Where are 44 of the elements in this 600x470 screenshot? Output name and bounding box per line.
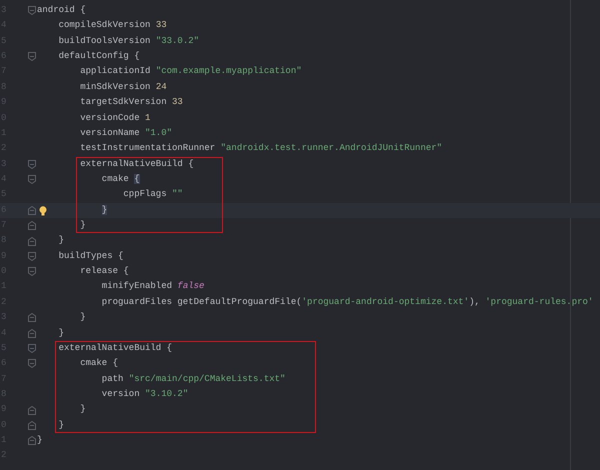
- code-line: cmake {: [80, 357, 118, 370]
- fold-icon[interactable]: [28, 252, 36, 261]
- code-line: android {: [37, 4, 86, 17]
- code-line: buildTypes {: [58, 250, 124, 263]
- code-line: testInstrumentationRunner "androidx.test.runner.AndroidJUnitRunner": [80, 142, 442, 156]
- unfold-icon[interactable]: [28, 221, 36, 230]
- fold-icon[interactable]: [28, 160, 36, 169]
- unfold-icon[interactable]: [28, 236, 36, 246]
- code-line: externalNativeBuild {: [80, 158, 194, 171]
- unfold-icon[interactable]: [28, 420, 36, 430]
- unfold-icon[interactable]: [28, 313, 36, 322]
- unfold-icon[interactable]: [28, 406, 36, 415]
- code-line: }: [58, 418, 64, 432]
- code-line: }: [80, 311, 86, 324]
- code-line: versionCode 1: [80, 112, 150, 125]
- code-line: version "3.10.2": [102, 388, 188, 401]
- code-line: compileSdkVersion 33: [58, 19, 167, 32]
- code-line: buildToolsVersion "33.0.2": [58, 34, 200, 48]
- code-line: }: [80, 403, 86, 416]
- fold-icon[interactable]: [28, 267, 36, 276]
- code-line: }: [58, 234, 64, 248]
- code-line: release {: [80, 265, 129, 278]
- code-line: cmake {: [102, 172, 140, 186]
- code-line: proguardFiles getDefaultProguardFile('proguard-android-optimize.txt'), 'proguard-rules.pro': [102, 296, 594, 309]
- code-line: }: [37, 434, 42, 448]
- code-line: targetSdkVersion 33: [80, 96, 183, 110]
- fold-icon[interactable]: [28, 175, 36, 184]
- code-line: minSdkVersion 24: [80, 80, 167, 94]
- fold-icon[interactable]: [28, 6, 36, 16]
- code-line: }: [80, 219, 86, 232]
- code-line: path "src/main/cpp/CMakeLists.txt": [102, 372, 286, 386]
- code-line: }: [58, 326, 64, 340]
- code-line: defaultConfig {: [58, 50, 140, 64]
- unfold-icon[interactable]: [28, 328, 36, 338]
- unfold-icon[interactable]: [28, 436, 36, 446]
- fold-icon[interactable]: [28, 359, 36, 368]
- code-line: externalNativeBuild {: [58, 342, 172, 355]
- fold-icon[interactable]: [28, 52, 36, 62]
- fold-icon[interactable]: [28, 344, 36, 354]
- code-line: minifyEnabled false: [102, 280, 204, 294]
- lightbulb-icon[interactable]: [39, 206, 47, 216]
- code-line: versionName "1.0": [80, 126, 172, 140]
- code-line: applicationId "com.example.myapplication": [80, 65, 302, 78]
- code-line: cppFlags "": [123, 188, 183, 202]
